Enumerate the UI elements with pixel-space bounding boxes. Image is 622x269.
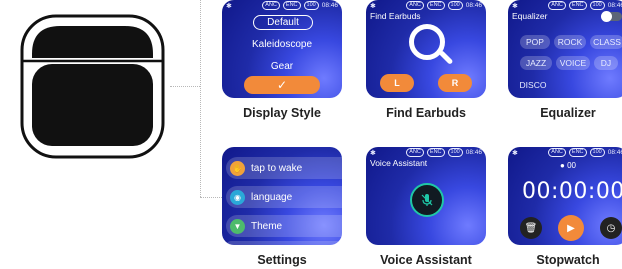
style-option-default[interactable]: Default: [253, 15, 313, 30]
eq-preset-jazz[interactable]: JAZZ: [520, 56, 552, 70]
connector-line: [170, 86, 200, 87]
equalizer-toggle[interactable]: [601, 11, 622, 22]
lap-dot-icon: ●: [560, 161, 565, 170]
screen-title: Voice Assistant: [370, 158, 428, 168]
stopwatch-time: 00:00:00: [522, 179, 622, 204]
search-icon-handle: [438, 50, 454, 65]
eq-preset-voice[interactable]: VOICE: [556, 56, 590, 70]
stopwatch-screen[interactable]: ✱ ANCENC10008:46 ● 00 00:00:00 🗑 ▶ ◷: [508, 147, 622, 245]
settings-item-label: tap to wake: [251, 162, 303, 174]
settings-item-label: Theme: [251, 220, 283, 232]
settings-item-partial[interactable]: [226, 241, 342, 245]
caption-stopwatch: Stopwatch: [536, 253, 600, 267]
toggle-knob: [601, 11, 612, 22]
caption-equalizer: Equalizer: [540, 106, 596, 120]
voice-assistant-screen[interactable]: ✱ ANC ENC 100 08:46 Voice Assistant: [366, 147, 486, 245]
lap-button[interactable]: ◷: [600, 217, 622, 239]
settings-screen[interactable]: ✋ tap to wake ◉ language ▼ Theme: [222, 147, 342, 245]
connector-line: [200, 197, 222, 198]
eq-preset-class[interactable]: CLASS: [590, 35, 622, 49]
status-bar: ✱ ANCENC10008:46: [226, 1, 338, 10]
check-icon: ✓: [276, 78, 288, 92]
caption-voice-assistant: Voice Assistant: [380, 253, 472, 267]
eq-preset-disco[interactable]: DISCO: [516, 78, 550, 92]
style-option-kaleidoscope[interactable]: Kaleidoscope: [222, 39, 342, 50]
status-bar: ✱ ANCENC10008:46: [512, 1, 622, 10]
globe-icon: ◉: [230, 189, 245, 205]
find-right-button[interactable]: R: [438, 74, 472, 92]
settings-item-label: language: [251, 191, 293, 203]
reset-button[interactable]: 🗑: [520, 217, 542, 239]
play-icon: ▶: [567, 222, 575, 234]
status-bar: ✱ ANCENC10008:46: [370, 1, 482, 10]
caption-find-earbuds: Find Earbuds: [386, 106, 466, 120]
hand-icon: ✋: [230, 160, 245, 176]
caption-display-style: Display Style: [243, 106, 321, 120]
earbud-case-illustration: [20, 14, 165, 159]
equalizer-screen[interactable]: ✱ ANCENC10008:46 Equalizer POP ROCK CLAS…: [508, 0, 622, 98]
start-button[interactable]: ▶: [558, 215, 584, 241]
settings-item-language[interactable]: ◉ language: [226, 186, 342, 208]
screen-title: Equalizer: [512, 11, 548, 21]
shirt-icon: ▼: [230, 218, 245, 234]
confirm-button[interactable]: ✓: [244, 76, 320, 94]
lap-counter: ● 00: [560, 161, 576, 170]
style-option-gear[interactable]: Gear: [222, 61, 342, 72]
timer-icon: ◷: [606, 222, 616, 234]
find-left-button[interactable]: L: [380, 74, 414, 92]
settings-item-tap-to-wake[interactable]: ✋ tap to wake: [226, 157, 342, 179]
settings-item-theme[interactable]: ▼ Theme: [226, 215, 342, 237]
display-style-screen[interactable]: ✱ ANC ENC 100 08:46 Default Kaleidoscope Ge…: [222, 0, 342, 98]
eq-preset-rock[interactable]: ROCK: [554, 35, 586, 49]
status-bar: ✱ ANCENC10008:46: [512, 148, 622, 157]
connector-line: [200, 0, 201, 197]
mic-off-icon: [421, 194, 433, 206]
trash-icon: 🗑: [524, 222, 538, 234]
status-bar: ✱ ANCENC10008:46: [370, 148, 482, 157]
caption-settings: Settings: [257, 253, 307, 267]
find-earbuds-screen[interactable]: ✱ ANC ENC 100 08:46 Find Earbuds L R: [366, 0, 486, 98]
eq-preset-pop[interactable]: POP: [520, 35, 550, 49]
screen-title: Find Earbuds: [370, 11, 421, 21]
eq-preset-dj[interactable]: DJ: [594, 56, 618, 70]
mic-button[interactable]: [410, 183, 444, 217]
